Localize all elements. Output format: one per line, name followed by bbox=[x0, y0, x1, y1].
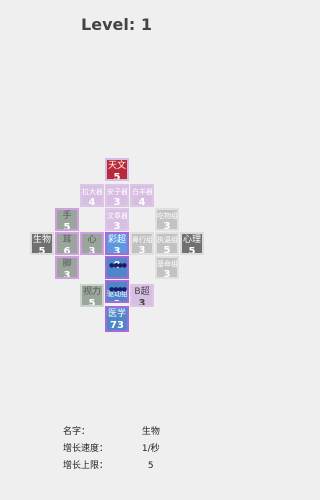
cell-r3c2[interactable]: 文章器 3 bbox=[105, 208, 129, 231]
cell-r2c3[interactable]: 白羊器 4 bbox=[130, 184, 154, 207]
progress-dots-icon: ●●●● bbox=[109, 286, 127, 293]
cell-label: 心 bbox=[87, 235, 97, 245]
cell-r2c2[interactable]: 安子器 3 bbox=[105, 184, 129, 207]
cell-r4c3[interactable]: 鼻行组器 3 bbox=[130, 232, 154, 255]
cell-label: 基命组器 bbox=[157, 260, 178, 268]
cell-tianwen[interactable]: 天文 5 bbox=[105, 158, 129, 181]
info-name-row: 名字： 生物 bbox=[63, 424, 160, 437]
cell-label: 吃物组器 bbox=[157, 212, 178, 220]
cell-ganjue[interactable]: 彩超 3 bbox=[105, 232, 129, 255]
info-limit-row: 增长上限： 5 bbox=[63, 458, 154, 471]
cell-value: 5 bbox=[113, 172, 121, 181]
cell-value: 3 bbox=[138, 245, 146, 255]
cell-label: 生物 bbox=[32, 235, 51, 245]
cell-r5c4[interactable]: 基命组器 3 bbox=[155, 256, 179, 279]
cell-label: 医学 bbox=[107, 309, 126, 319]
cell-label: 执温组器 bbox=[157, 236, 178, 244]
cell-label: 白羊器 bbox=[132, 188, 153, 196]
cell-r3c4[interactable]: 吃物组器 3 bbox=[155, 208, 179, 231]
cell-label: 脚 bbox=[62, 259, 72, 269]
cell-r5c2[interactable]: ●●●● 0 bbox=[105, 256, 129, 279]
info-name-value: 生物 bbox=[141, 427, 160, 437]
cell-value: 5 bbox=[38, 246, 46, 255]
info-name-label: 名字： bbox=[63, 427, 91, 437]
cell-value: 4 bbox=[88, 197, 96, 207]
cell-xinli[interactable]: 心理 5 bbox=[180, 232, 204, 255]
info-limit-value: 5 bbox=[147, 461, 154, 471]
cell-r6c2[interactable]: ●●●● 驱动组器 3 bbox=[105, 280, 129, 303]
cell-label: 鼻行组器 bbox=[132, 236, 153, 244]
cell-label: 拉大器 bbox=[82, 188, 103, 196]
cell-value: 4 bbox=[138, 197, 146, 207]
cell-r4c4[interactable]: 执温组器 5 bbox=[155, 232, 179, 255]
info-limit-label: 增长上限： bbox=[63, 461, 109, 471]
cell-value: 3 bbox=[113, 197, 121, 207]
cell-value: 3 bbox=[88, 246, 96, 255]
cell-shou[interactable]: 手 5 bbox=[55, 208, 79, 231]
cell-value: 3 bbox=[113, 246, 121, 255]
cell-label: 手 bbox=[62, 211, 72, 221]
cell-er[interactable]: 耳 6 bbox=[55, 232, 79, 255]
cell-value: 5 bbox=[163, 245, 171, 255]
cell-value: 6 bbox=[63, 246, 71, 255]
cell-label: 视力 bbox=[82, 287, 101, 297]
cell-yixue[interactable]: 医学 73 bbox=[105, 306, 129, 332]
cell-label: 天文 bbox=[107, 161, 126, 171]
info-speed-label: 增长速度： bbox=[63, 444, 109, 454]
cell-label: 心理 bbox=[182, 235, 201, 245]
cell-xin[interactable]: 心 3 bbox=[80, 232, 104, 255]
cell-value: 5 bbox=[188, 246, 196, 255]
cell-label: 安子器 bbox=[107, 188, 128, 196]
cell-value: 3 bbox=[107, 299, 127, 301]
info-speed-value: 1/秒 bbox=[141, 444, 160, 454]
cell-label: 文章器 bbox=[107, 212, 128, 220]
cell-shili[interactable]: 视力 5 bbox=[80, 284, 104, 307]
cell-r2c1[interactable]: 拉大器 4 bbox=[80, 184, 104, 207]
cell-value: 3 bbox=[163, 221, 171, 231]
cell-value: 3 bbox=[63, 270, 71, 279]
info-speed-row: 增长速度： 1/秒 bbox=[63, 441, 160, 454]
level-title: Level: 1 bbox=[81, 15, 152, 34]
cell-value: 3 bbox=[163, 269, 171, 279]
cell-label: 彩超 bbox=[107, 235, 126, 245]
cell-value: 73 bbox=[110, 320, 124, 331]
cell-value: 3 bbox=[138, 298, 146, 307]
cell-value: 3 bbox=[113, 221, 121, 231]
cell-label: B超 bbox=[134, 287, 150, 297]
cell-value: 5 bbox=[88, 298, 96, 307]
cell-label: 耳 bbox=[62, 235, 72, 245]
cell-shengwu[interactable]: 生物 5 bbox=[30, 232, 54, 255]
cell-jiao[interactable]: 脚 3 bbox=[55, 256, 79, 279]
progress-dots-icon: ●●●● bbox=[109, 262, 127, 269]
cell-bchao[interactable]: B超 3 bbox=[130, 284, 154, 307]
cell-value: 5 bbox=[63, 222, 71, 231]
